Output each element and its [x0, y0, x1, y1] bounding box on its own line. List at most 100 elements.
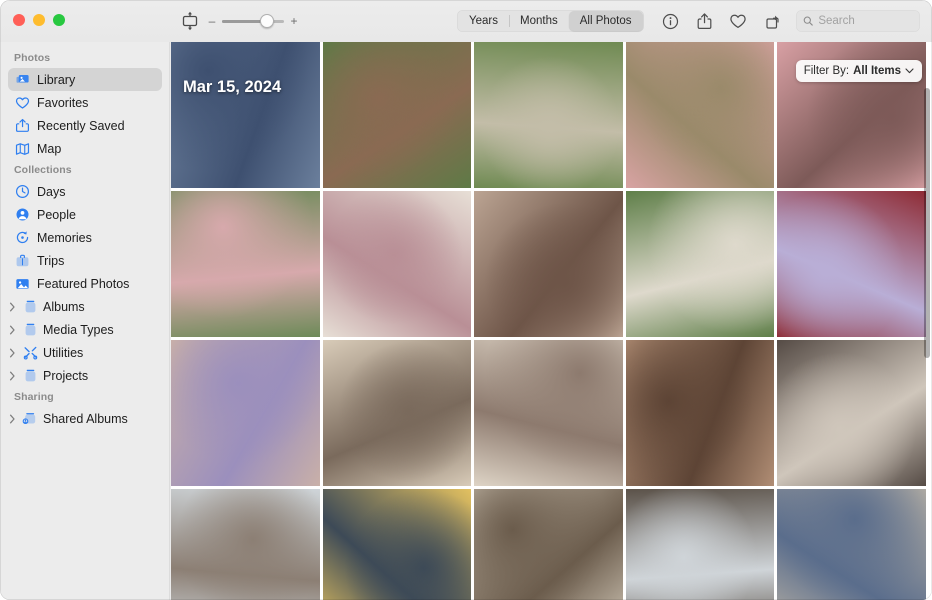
sidebar-section-title: Collections [14, 164, 72, 176]
sidebar-item-label: Utilities [43, 345, 84, 360]
photo-thumbnail[interactable] [474, 340, 623, 486]
album-icon [22, 322, 38, 338]
photo-image [474, 340, 623, 486]
library-icon [14, 72, 30, 88]
search-icon [803, 16, 813, 26]
photo-image [171, 340, 320, 486]
slider-thumb[interactable] [260, 14, 274, 28]
chevron-right-icon[interactable] [8, 299, 17, 315]
sidebar-item-library[interactable]: Library [8, 68, 162, 91]
info-icon[interactable] [660, 11, 680, 31]
sidebar-item-days[interactable]: Days [8, 180, 162, 203]
album-icon [22, 299, 38, 315]
photo-grid-area[interactable]: Mar 15, 2024 Filter By: All Items [171, 42, 932, 600]
sidebar-item-label: Map [37, 141, 62, 156]
chevron-right-icon[interactable] [8, 368, 17, 384]
search-input[interactable] [818, 15, 913, 27]
favorite-heart-icon[interactable] [728, 11, 748, 31]
photo-image [171, 191, 320, 337]
photo-icon [14, 276, 30, 292]
chevron-right-icon[interactable] [8, 322, 17, 338]
chevron-right-icon[interactable] [8, 411, 17, 427]
photo-thumbnail[interactable] [777, 489, 926, 600]
memories-icon [14, 230, 30, 246]
sidebar-item-label: Favorites [37, 95, 89, 110]
tab-years[interactable]: Years [458, 11, 509, 31]
clock-icon [14, 184, 30, 200]
toolbar-right-group [660, 0, 920, 42]
sidebar-item-media-types[interactable]: Media Types [8, 318, 162, 341]
toolbar-left-group: – + [180, 0, 298, 42]
sidebar-item-recently-saved[interactable]: Recently Saved [8, 114, 162, 137]
photo-thumbnail[interactable] [322, 340, 472, 486]
share-icon[interactable] [694, 11, 714, 31]
filter-by-value: All Items [853, 65, 901, 77]
zoom-slider[interactable] [222, 14, 284, 28]
photo-thumbnail[interactable] [474, 191, 623, 337]
photo-thumbnail[interactable] [322, 191, 472, 337]
sidebar-item-map[interactable]: Map [8, 137, 162, 160]
filter-by-dropdown[interactable]: Filter By: All Items [795, 60, 922, 82]
photo-thumbnail[interactable] [625, 191, 775, 337]
photo-image [625, 489, 775, 600]
trips-icon [14, 253, 30, 269]
person-icon [14, 207, 30, 223]
sidebar-item-label: People [37, 207, 76, 222]
vertical-scrollbar[interactable] [924, 88, 930, 358]
sidebar-item-shared-albums[interactable]: Shared Albums [8, 407, 162, 430]
photo-image [474, 489, 623, 600]
sidebar-item-trips[interactable]: Trips [8, 249, 162, 272]
photo-thumbnail[interactable] [474, 489, 623, 600]
aspect-ratio-icon[interactable] [180, 10, 200, 32]
sidebar-item-utilities[interactable]: Utilities [8, 341, 162, 364]
map-icon [14, 141, 30, 157]
sidebar-section-title: Sharing [14, 391, 54, 403]
photo-thumbnail[interactable] [322, 42, 472, 188]
chevron-right-icon[interactable] [8, 345, 17, 361]
photo-image [322, 191, 472, 337]
photos-window: – + Years Months All Photos Search Photo… [0, 0, 932, 600]
photo-thumbnail[interactable] [171, 191, 320, 337]
photo-image [474, 42, 623, 188]
sidebar-item-memories[interactable]: Memories [8, 226, 162, 249]
photo-thumbnail[interactable] [625, 489, 775, 600]
photo-thumbnail[interactable] [777, 340, 926, 486]
tab-months[interactable]: Months [509, 11, 569, 31]
photo-thumbnail[interactable] [171, 489, 320, 600]
save-icon [14, 118, 30, 134]
photo-image [322, 340, 472, 486]
photo-image [171, 489, 320, 600]
photo-image [322, 42, 472, 188]
heart-icon [14, 95, 30, 111]
photo-thumbnail[interactable] [474, 42, 623, 188]
photo-thumbnail[interactable] [171, 340, 320, 486]
photo-thumbnail[interactable] [171, 42, 320, 188]
zoom-button[interactable] [53, 14, 65, 26]
photo-grid[interactable] [171, 42, 926, 600]
photo-thumbnail[interactable] [625, 340, 775, 486]
zoom-in-label[interactable]: + [290, 15, 298, 27]
sidebar[interactable]: Photos Library Favorites Recently Saved Map C… [0, 42, 170, 600]
photo-thumbnail[interactable] [322, 489, 472, 600]
minimize-button[interactable] [33, 14, 45, 26]
photo-image [777, 340, 926, 486]
sidebar-item-label: Recently Saved [37, 118, 125, 133]
sidebar-item-projects[interactable]: Projects [8, 364, 162, 387]
photo-thumbnail[interactable] [625, 42, 775, 188]
sidebar-item-label: Media Types [43, 322, 114, 337]
sidebar-item-label: Shared Albums [43, 411, 128, 426]
sidebar-item-favorites[interactable]: Favorites [8, 91, 162, 114]
zoom-out-label[interactable]: – [208, 15, 216, 27]
tab-all-photos[interactable]: All Photos [568, 11, 643, 31]
sidebar-item-albums[interactable]: Albums [8, 295, 162, 318]
photo-thumbnail[interactable] [777, 191, 926, 337]
rotate-icon[interactable] [762, 11, 782, 31]
sidebar-item-label: Albums [43, 299, 85, 314]
close-button[interactable] [13, 14, 25, 26]
photo-image [171, 42, 320, 188]
view-mode-segmented-control[interactable]: Years Months All Photos [457, 10, 644, 32]
search-field[interactable] [796, 10, 920, 32]
sidebar-item-people[interactable]: People [8, 203, 162, 226]
sidebar-item-featured-photos[interactable]: Featured Photos [8, 272, 162, 295]
zoom-slider-group[interactable]: – + [208, 14, 298, 28]
